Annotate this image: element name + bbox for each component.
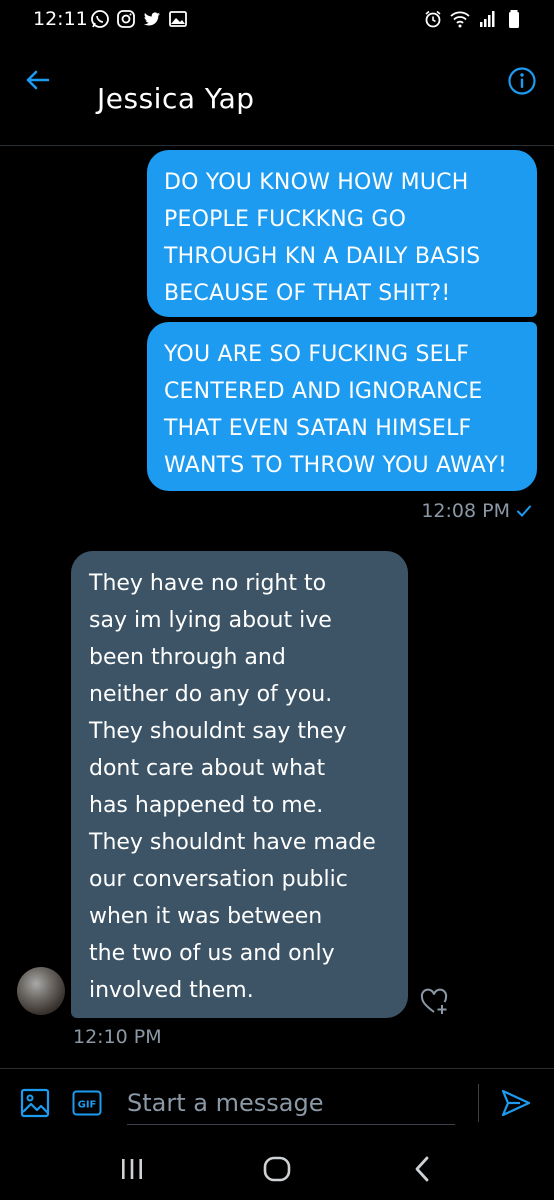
sender-avatar[interactable] <box>17 967 65 1015</box>
message-line: PEOPLE FUCKKNG GO <box>164 207 407 232</box>
incoming-message-bubble[interactable]: They have no right to say im lying about… <box>71 551 408 1018</box>
whatsapp-icon <box>91 10 109 28</box>
status-system-icons <box>423 9 524 29</box>
gif-icon[interactable]: GIF <box>72 1090 102 1116</box>
message-line: BECAUSE OF THAT SHIT?! <box>164 281 451 306</box>
header-divider <box>0 145 554 146</box>
message-line: THAT EVEN SATAN HIMSELF <box>164 416 472 441</box>
message-text: They have no right to say im lying about… <box>89 565 396 1009</box>
battery-icon <box>509 10 519 28</box>
message-input[interactable] <box>127 1082 455 1125</box>
message-line: dont care about what <box>89 756 326 781</box>
message-line: neither do any of you. <box>89 682 333 707</box>
signal-icon <box>480 11 495 27</box>
message-line: when it was between <box>89 904 323 929</box>
back-arrow-icon[interactable] <box>22 64 54 96</box>
composer-divider <box>0 1068 554 1069</box>
message-line: has happened to me. <box>89 793 324 818</box>
message-line: They have no right to <box>89 571 327 596</box>
send-icon[interactable] <box>500 1088 532 1118</box>
message-line: say im lying about ive <box>89 608 332 633</box>
status-bar: 12:11 <box>0 0 554 40</box>
message-line: been through and <box>89 645 286 670</box>
message-line: WANTS TO THROW YOU AWAY! <box>164 453 507 478</box>
message-line: our conversation public <box>89 867 348 892</box>
message-line: They shouldnt say they <box>89 719 347 744</box>
message-line: involved them. <box>89 978 254 1003</box>
message-line: YOU ARE SO FUCKING SELF <box>164 342 470 367</box>
message-line: They shouldnt have made <box>89 830 376 855</box>
gif-label: GIF <box>78 1100 97 1111</box>
message-line: CENTERED AND IGNORANCE <box>164 379 483 404</box>
wifi-icon <box>450 11 470 28</box>
nav-back-icon[interactable] <box>408 1155 436 1183</box>
message-line: THROUGH KN A DAILY BASIS <box>164 244 481 269</box>
outgoing-timestamp: 12:08 PM <box>421 500 532 522</box>
conversation-title: Jessica Yap <box>97 82 255 115</box>
status-time: 12:11 <box>33 8 88 30</box>
alarm-icon <box>425 10 441 28</box>
info-icon[interactable] <box>507 66 537 96</box>
message-line: DO YOU KNOW HOW MUCH <box>164 170 469 195</box>
status-notification-icons <box>90 9 188 29</box>
instagram-icon <box>117 10 135 28</box>
outgoing-message-bubble[interactable]: YOU ARE SO FUCKING SELF CENTERED AND IGN… <box>147 322 537 491</box>
home-icon[interactable] <box>262 1155 292 1183</box>
message-text: DO YOU KNOW HOW MUCH PEOPLE FUCKKNG GO T… <box>164 164 527 312</box>
image-icon[interactable] <box>20 1088 50 1118</box>
read-check-icon <box>517 505 531 517</box>
outgoing-time: 12:08 PM <box>421 500 510 522</box>
outgoing-message-bubble[interactable]: DO YOU KNOW HOW MUCH PEOPLE FUCKKNG GO T… <box>147 150 537 317</box>
incoming-timestamp: 12:10 PM <box>73 1026 162 1048</box>
message-line: the two of us and only <box>89 941 335 966</box>
message-text: YOU ARE SO FUCKING SELF CENTERED AND IGN… <box>164 336 527 484</box>
recent-apps-icon[interactable] <box>118 1156 146 1182</box>
gallery-icon <box>169 11 187 27</box>
heart-plus-icon[interactable] <box>420 987 450 1017</box>
send-divider <box>478 1084 479 1122</box>
twitter-icon <box>144 12 160 26</box>
